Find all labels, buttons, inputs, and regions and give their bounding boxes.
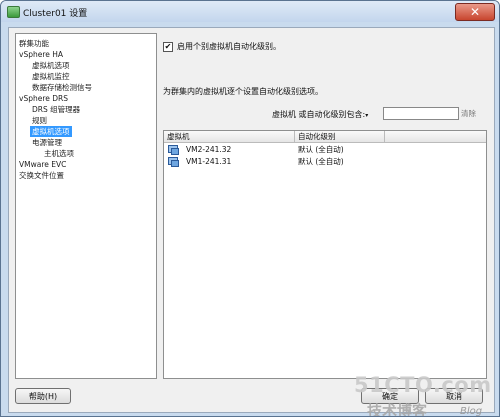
tree-item-ha-vm-options[interactable]: 虚拟机选项 — [32, 60, 70, 71]
settings-dialog: Cluster01 设置 ✕ 群集功能 vSphere HA 虚拟机选项 虚拟机… — [0, 0, 500, 417]
watermark-blog: Blog — [460, 406, 483, 417]
vm-options-panel: ✔ 启用个别虚拟机自动化级别。 为群集内的虚拟机逐个设置自动化级别选项。 虚拟机… — [161, 33, 487, 379]
tree-item-cluster-features[interactable]: 群集功能 — [19, 38, 49, 49]
vm-automation-table: 虚拟机 自动化级别 VM2-241.32 默认 (全自动) VM1-241.31… — [163, 130, 487, 379]
dialog-client-area: 群集功能 vSphere HA 虚拟机选项 虚拟机监控 数据存储检测信号 vSp… — [8, 27, 495, 416]
vm-icon — [168, 145, 179, 155]
help-button[interactable]: 帮助(H) — [15, 388, 71, 404]
vm-icon — [168, 157, 179, 167]
tree-item-drs-group-manager[interactable]: DRS 组管理器 — [32, 104, 80, 115]
automation-level-cell[interactable]: 默认 (全自动) — [298, 144, 344, 156]
column-header-vm[interactable]: 虚拟机 — [164, 131, 295, 142]
cluster-app-icon — [7, 6, 20, 18]
watermark-tech-blog: 技术博客 — [367, 402, 428, 417]
tree-item-rules[interactable]: 规则 — [32, 115, 47, 126]
filter-dropdown[interactable]: 虚拟机 或自动化级别包含:▾ — [272, 109, 368, 120]
title-bar[interactable]: Cluster01 设置 ✕ — [1, 1, 499, 22]
tree-item-drs-vm-options[interactable]: 虚拟机选项 — [30, 126, 72, 137]
tree-item-power-management[interactable]: 电源管理 — [32, 137, 62, 148]
clear-filter-button[interactable]: 清除 — [461, 108, 476, 119]
tree-item-vmware-evc[interactable]: VMware EVC — [19, 159, 66, 170]
enable-individual-automation-checkbox[interactable]: ✔ — [163, 42, 173, 52]
watermark-site: 51CTO.com — [354, 373, 492, 397]
column-header-automation-level[interactable]: 自动化级别 — [295, 131, 385, 142]
enable-individual-automation-label[interactable]: 启用个别虚拟机自动化级别。 — [177, 41, 281, 52]
panel-description: 为群集内的虚拟机逐个设置自动化级别选项。 — [163, 87, 323, 96]
tree-item-host-options[interactable]: 主机选项 — [44, 148, 74, 159]
tree-item-vsphere-ha[interactable]: vSphere HA — [19, 49, 63, 60]
tree-item-vm-monitoring[interactable]: 虚拟机监控 — [32, 71, 70, 82]
chevron-down-icon: ▾ — [365, 112, 369, 119]
filter-search-input[interactable] — [383, 107, 459, 120]
vm-name-cell: VM1-241.31 — [186, 157, 232, 166]
table-row[interactable]: VM2-241.32 默认 (全自动) — [164, 144, 486, 156]
tree-item-datastore-heartbeat[interactable]: 数据存储检测信号 — [32, 82, 92, 93]
automation-level-cell[interactable]: 默认 (全自动) — [298, 156, 344, 168]
vm-name-cell: VM2-241.32 — [186, 145, 232, 154]
window-title: Cluster01 设置 — [23, 9, 88, 19]
tree-item-vsphere-drs[interactable]: vSphere DRS — [19, 93, 68, 104]
table-header: 虚拟机 自动化级别 — [164, 131, 486, 143]
table-row[interactable]: VM1-241.31 默认 (全自动) — [164, 156, 486, 168]
close-button[interactable]: ✕ — [455, 3, 495, 21]
tree-item-swapfile-location[interactable]: 交换文件位置 — [19, 170, 64, 181]
filter-label: 虚拟机 或自动化级别包含: — [272, 110, 366, 119]
settings-tree: 群集功能 vSphere HA 虚拟机选项 虚拟机监控 数据存储检测信号 vSp… — [15, 33, 157, 379]
